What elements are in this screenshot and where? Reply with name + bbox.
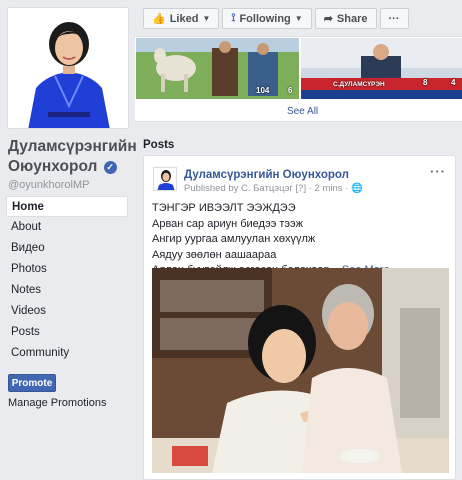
thumbs-up-icon: 👍 bbox=[152, 13, 166, 25]
post-line-2: Арван сар ариун биедээ тээж bbox=[152, 217, 303, 230]
share-label: Share bbox=[336, 12, 368, 25]
profile-photo-image bbox=[8, 8, 128, 128]
following-button[interactable]: ⟟ Following ▼ bbox=[222, 8, 312, 29]
liked-label: Liked bbox=[169, 12, 199, 25]
photos-card: 104 6 С.ДУЛАМСҮРЭН 8 4 See All bbox=[135, 36, 462, 122]
photo-2-comment-count: 4 bbox=[451, 78, 456, 87]
avatar-image bbox=[154, 168, 176, 190]
nav-item-community[interactable]: Community bbox=[6, 343, 128, 364]
nav-item-posts[interactable]: Posts bbox=[6, 322, 128, 343]
photo-thumbnail-1[interactable]: 104 6 bbox=[136, 38, 299, 99]
nav-item-videos[interactable]: Videos bbox=[6, 301, 128, 322]
post-meta: Published by С. Батцэцэг [?] · 2 mins · … bbox=[184, 183, 363, 194]
post-options-button[interactable]: ··· bbox=[430, 164, 446, 179]
nav-item-home[interactable]: Home bbox=[6, 196, 128, 217]
page-nav: Home About Видео Photos Notes Videos Pos… bbox=[6, 196, 128, 364]
photo-1-image bbox=[136, 38, 299, 99]
manage-promotions-link[interactable]: Manage Promotions bbox=[8, 397, 106, 409]
posts-heading: Posts bbox=[143, 139, 175, 151]
post-meta-text: Published by С. Батцэцэг [?] · 2 mins · bbox=[184, 183, 351, 194]
post-card: Дуламсүрэнгийн Оюунхорол Published by С.… bbox=[143, 155, 456, 480]
photo-1-comment-count: 6 bbox=[288, 86, 293, 95]
post-line-3: Ангир уургаа амлуулан хөхүүлж bbox=[152, 233, 316, 245]
post-line-4: Аядуу зөөлөн аашаараа bbox=[152, 248, 277, 261]
photo-2-banner-text: С.ДУЛАМСҮРЭН bbox=[333, 81, 385, 88]
post-text: ТЭНГЭР ИВЭЭЛТ ЭЭЖДЭЭ Арван сар ариун бие… bbox=[152, 201, 452, 279]
share-arrow-icon: ➦ bbox=[323, 13, 333, 25]
chevron-down-icon: ▼ bbox=[294, 14, 303, 23]
globe-icon: 🌐 bbox=[350, 183, 363, 194]
liked-button[interactable]: 👍 Liked ▼ bbox=[143, 8, 220, 29]
page-username[interactable]: @oyunkhorolMP bbox=[8, 179, 89, 191]
post-photo-image bbox=[152, 268, 449, 473]
nav-item-notes[interactable]: Notes bbox=[6, 280, 128, 301]
chevron-down-icon: ▼ bbox=[202, 14, 211, 23]
profile-picture[interactable] bbox=[7, 7, 129, 129]
verified-check-icon: ✓ bbox=[103, 161, 117, 174]
photo-1-like-count: 104 bbox=[256, 86, 270, 95]
nav-item-about[interactable]: About bbox=[6, 217, 128, 238]
nav-item-video-mn[interactable]: Видео bbox=[6, 238, 128, 259]
more-options-button[interactable]: ··· bbox=[379, 8, 409, 29]
photo-thumbnail-2[interactable]: С.ДУЛАМСҮРЭН 8 4 bbox=[301, 38, 462, 99]
photo-2-image bbox=[301, 38, 462, 99]
left-column: Дуламсүрэнгийн Оюунхорол ✓ @oyunkhorolMP… bbox=[0, 0, 137, 480]
photo-2-like-count: 8 bbox=[423, 78, 428, 87]
share-button[interactable]: ➦ Share bbox=[314, 8, 377, 29]
page-action-bar: 👍 Liked ▼ ⟟ Following ▼ ➦ Share ··· bbox=[143, 8, 409, 30]
page-name-text: Дуламсүрэнгийн Оюунхорол bbox=[8, 138, 137, 175]
post-photo[interactable] bbox=[152, 268, 449, 473]
following-label: Following bbox=[239, 12, 291, 25]
post-author-name[interactable]: Дуламсүрэнгийн Оюунхорол bbox=[184, 169, 349, 181]
post-line-1: ТЭНГЭР ИВЭЭЛТ ЭЭЖДЭЭ bbox=[152, 202, 296, 214]
rss-icon: ⟟ bbox=[231, 12, 236, 24]
promote-button[interactable]: Promote bbox=[8, 374, 56, 392]
nav-item-photos[interactable]: Photos bbox=[6, 259, 128, 280]
see-all-link[interactable]: See All bbox=[287, 106, 318, 117]
post-author-avatar[interactable] bbox=[153, 167, 177, 191]
page-name[interactable]: Дуламсүрэнгийн Оюунхорол ✓ bbox=[8, 137, 137, 177]
